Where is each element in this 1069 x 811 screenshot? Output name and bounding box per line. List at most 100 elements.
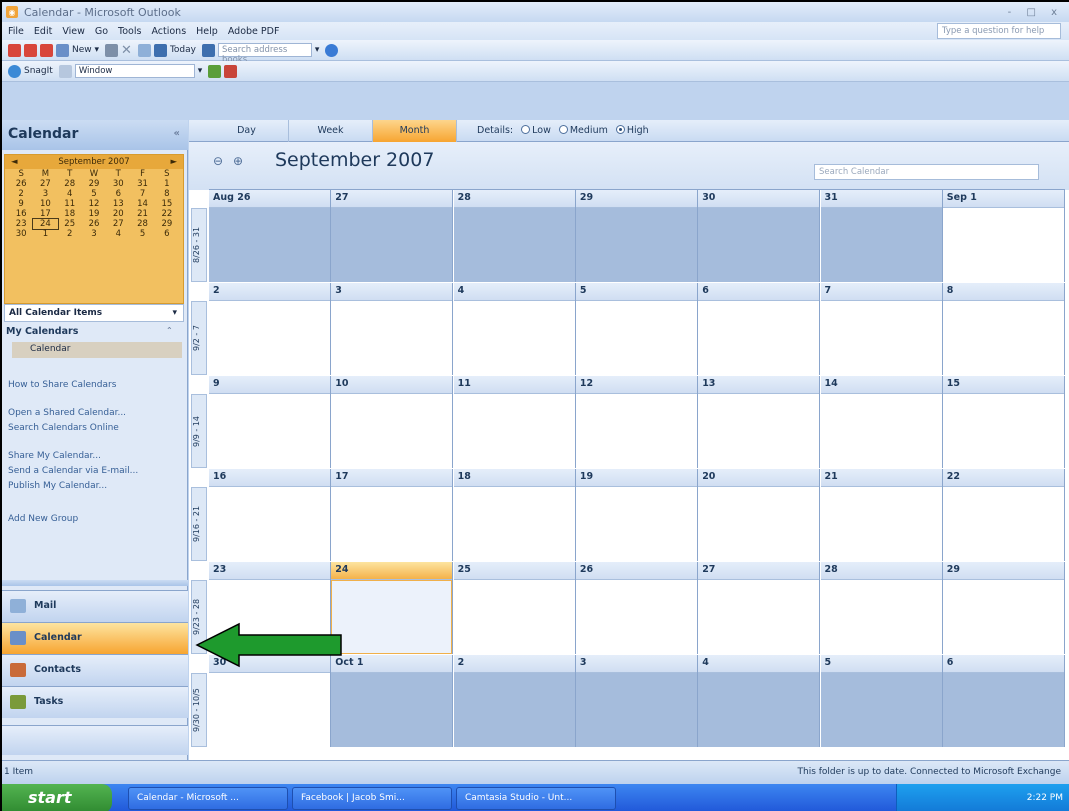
day-cell[interactable]: Oct 1 <box>331 655 454 747</box>
mini-day[interactable]: 18 <box>58 209 82 219</box>
detail-medium-radio[interactable]: Medium <box>558 125 608 136</box>
address-book-icon[interactable] <box>201 43 215 57</box>
day-cell[interactable]: 8 <box>942 283 1065 375</box>
link-add-new-group[interactable]: Add New Group <box>8 514 78 524</box>
day-cell[interactable]: 17 <box>331 469 454 561</box>
day-cell[interactable]: 27 <box>698 562 821 654</box>
today-button[interactable]: Today <box>153 43 196 57</box>
tab-day[interactable]: Day <box>205 119 289 142</box>
mini-day[interactable]: 13 <box>106 199 130 209</box>
day-cell[interactable]: 29 <box>942 562 1065 654</box>
mini-day[interactable]: 10 <box>33 199 57 209</box>
day-body[interactable] <box>453 394 575 468</box>
day-cell[interactable]: 13 <box>698 376 821 468</box>
mini-day[interactable]: 27 <box>33 179 57 189</box>
menu-tools[interactable]: Tools <box>118 26 141 37</box>
mini-day[interactable]: 25 <box>58 219 82 229</box>
link-open-shared[interactable]: Open a Shared Calendar... <box>8 408 126 418</box>
detail-high-radio[interactable]: High <box>615 125 649 136</box>
nav-tasks-button[interactable]: Tasks <box>2 686 188 718</box>
mini-day[interactable]: 8 <box>155 189 179 199</box>
day-body[interactable] <box>453 208 575 282</box>
delete-icon[interactable]: ✕ <box>121 43 132 58</box>
day-cell[interactable]: 15 <box>942 376 1065 468</box>
help-icon[interactable] <box>325 43 339 57</box>
day-body[interactable] <box>331 580 453 654</box>
day-body[interactable] <box>698 673 820 747</box>
window-controls[interactable]: - □ x <box>1008 7 1063 18</box>
day-cell[interactable]: 11 <box>453 376 576 468</box>
mini-day[interactable]: 12 <box>82 199 106 209</box>
mini-day[interactable]: 19 <box>82 209 106 219</box>
mini-day[interactable]: 6 <box>106 189 130 199</box>
day-cell[interactable]: 5 <box>820 655 943 747</box>
day-cell[interactable]: 5 <box>575 283 698 375</box>
day-cell[interactable]: 30 <box>698 190 821 282</box>
mini-day[interactable]: 21 <box>130 209 154 219</box>
menu-help[interactable]: Help <box>196 26 218 37</box>
day-body[interactable] <box>698 487 820 561</box>
mini-day[interactable]: 31 <box>130 179 154 189</box>
day-body[interactable] <box>575 301 697 375</box>
day-body[interactable] <box>453 673 575 747</box>
day-body[interactable] <box>209 208 330 282</box>
pane-splitter[interactable] <box>2 580 188 586</box>
day-body[interactable] <box>820 301 942 375</box>
nav-calendar-button[interactable]: Calendar <box>2 622 188 654</box>
taskbar-camtasia[interactable]: Camtasia Studio - Unt... <box>456 787 616 810</box>
mini-day[interactable]: 26 <box>82 219 106 229</box>
day-body[interactable] <box>331 301 453 375</box>
mini-day[interactable]: 16 <box>9 209 33 219</box>
mini-day[interactable]: 3 <box>82 229 106 239</box>
day-body[interactable] <box>820 673 942 747</box>
day-body[interactable] <box>942 394 1064 468</box>
mini-day[interactable]: 6 <box>155 229 179 239</box>
mini-day[interactable]: 28 <box>58 179 82 189</box>
collapse-icon[interactable]: « <box>174 128 180 139</box>
day-cell[interactable]: Sep 1 <box>942 190 1065 282</box>
day-cell[interactable]: 3 <box>331 283 454 375</box>
pdf-review-icon[interactable] <box>40 43 53 57</box>
day-cell[interactable]: 12 <box>575 376 698 468</box>
week-label[interactable]: 9/9 - 14 <box>191 394 207 468</box>
nav-footer-shortcuts[interactable] <box>2 725 188 755</box>
pdf-email-icon[interactable] <box>24 43 37 57</box>
day-body[interactable] <box>575 580 697 654</box>
day-cell[interactable]: 28 <box>453 190 576 282</box>
menu-adobe-pdf[interactable]: Adobe PDF <box>228 26 280 37</box>
day-cell[interactable]: 2 <box>209 283 331 375</box>
day-body[interactable] <box>453 301 575 375</box>
mini-day[interactable]: 27 <box>106 219 130 229</box>
mini-day[interactable]: 9 <box>9 199 33 209</box>
day-cell[interactable]: 19 <box>575 469 698 561</box>
snagit-button[interactable]: SnagIt <box>8 64 53 78</box>
mini-day[interactable]: 15 <box>155 199 179 209</box>
link-share-my-calendar[interactable]: Share My Calendar... <box>8 451 101 461</box>
menu-go[interactable]: Go <box>95 26 108 37</box>
day-body[interactable] <box>942 580 1064 654</box>
check-icon[interactable] <box>208 64 222 78</box>
day-body[interactable] <box>942 673 1064 747</box>
day-cell[interactable]: 29 <box>575 190 698 282</box>
day-body[interactable] <box>942 487 1064 561</box>
mini-day[interactable]: 3 <box>33 189 57 199</box>
link-how-to-share[interactable]: How to Share Calendars <box>8 380 116 390</box>
mini-day[interactable]: 24 <box>32 218 59 230</box>
collapse-group-icon[interactable]: ⌃ <box>166 326 173 335</box>
day-cell[interactable]: 14 <box>820 376 943 468</box>
link-publish[interactable]: Publish My Calendar... <box>8 481 107 491</box>
capture-icon[interactable] <box>58 64 72 78</box>
mini-day[interactable]: 14 <box>130 199 154 209</box>
day-body[interactable] <box>820 208 942 282</box>
nav-mail-button[interactable]: Mail <box>2 590 188 622</box>
menu-actions[interactable]: Actions <box>151 26 186 37</box>
next-month-icon[interactable]: ► <box>170 157 177 167</box>
search-address-books-input[interactable]: Search address books <box>217 43 312 65</box>
day-body[interactable] <box>331 394 453 468</box>
menu-edit[interactable]: Edit <box>34 26 52 37</box>
mini-day[interactable]: 28 <box>130 219 154 229</box>
day-body[interactable] <box>942 208 1064 282</box>
day-body[interactable] <box>575 673 697 747</box>
day-body[interactable] <box>453 580 575 654</box>
detail-low-radio[interactable]: Low <box>521 125 551 136</box>
